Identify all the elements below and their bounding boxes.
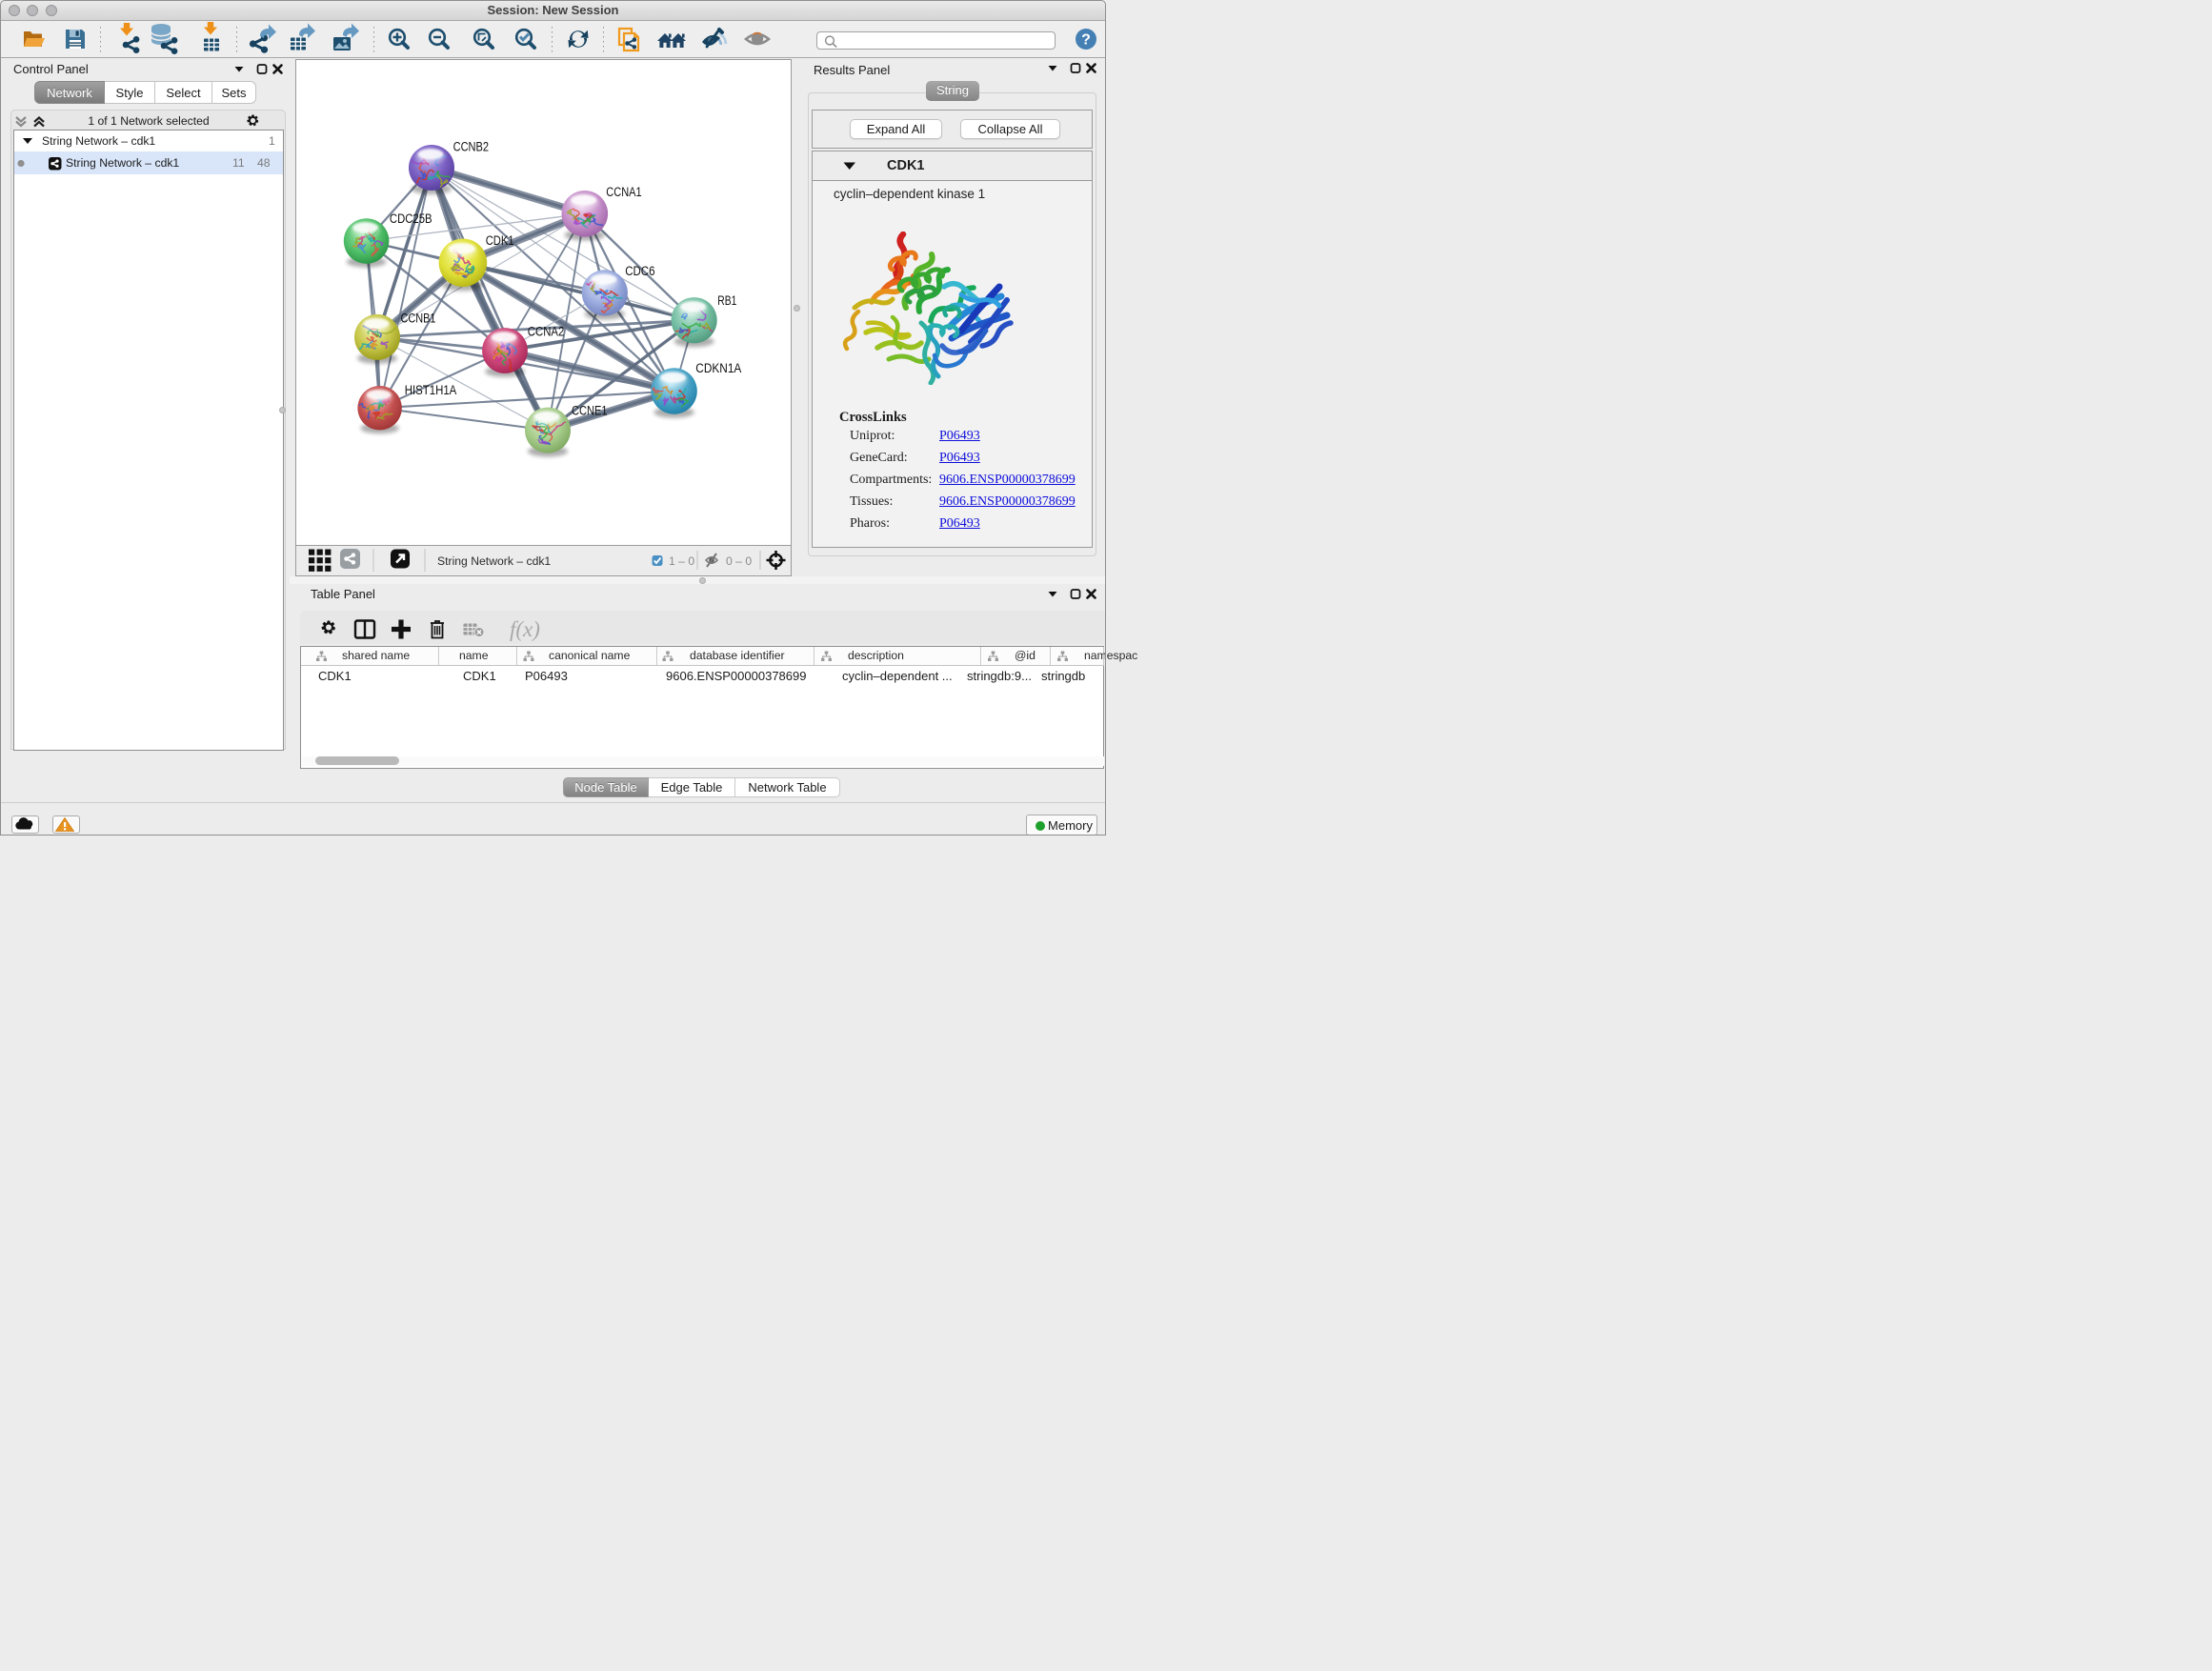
svg-text:HIST1H1A: HIST1H1A (405, 383, 457, 398)
svg-text:CCNA1: CCNA1 (606, 185, 641, 200)
svg-text:f(x): f(x) (510, 617, 540, 641)
svg-text:CDK1: CDK1 (486, 233, 514, 249)
svg-text:CCNA2: CCNA2 (528, 325, 565, 340)
svg-text:CDC6: CDC6 (625, 264, 654, 279)
svg-text:RB1: RB1 (717, 293, 736, 309)
svg-text:CDKN1A: CDKN1A (695, 361, 741, 376)
svg-text:CCNB1: CCNB1 (401, 311, 436, 326)
svg-text:CCNB2: CCNB2 (453, 139, 489, 154)
svg-text:CCNE1: CCNE1 (572, 404, 608, 419)
svg-text:?: ? (1081, 32, 1091, 49)
svg-text:CDC25B: CDC25B (390, 211, 432, 227)
